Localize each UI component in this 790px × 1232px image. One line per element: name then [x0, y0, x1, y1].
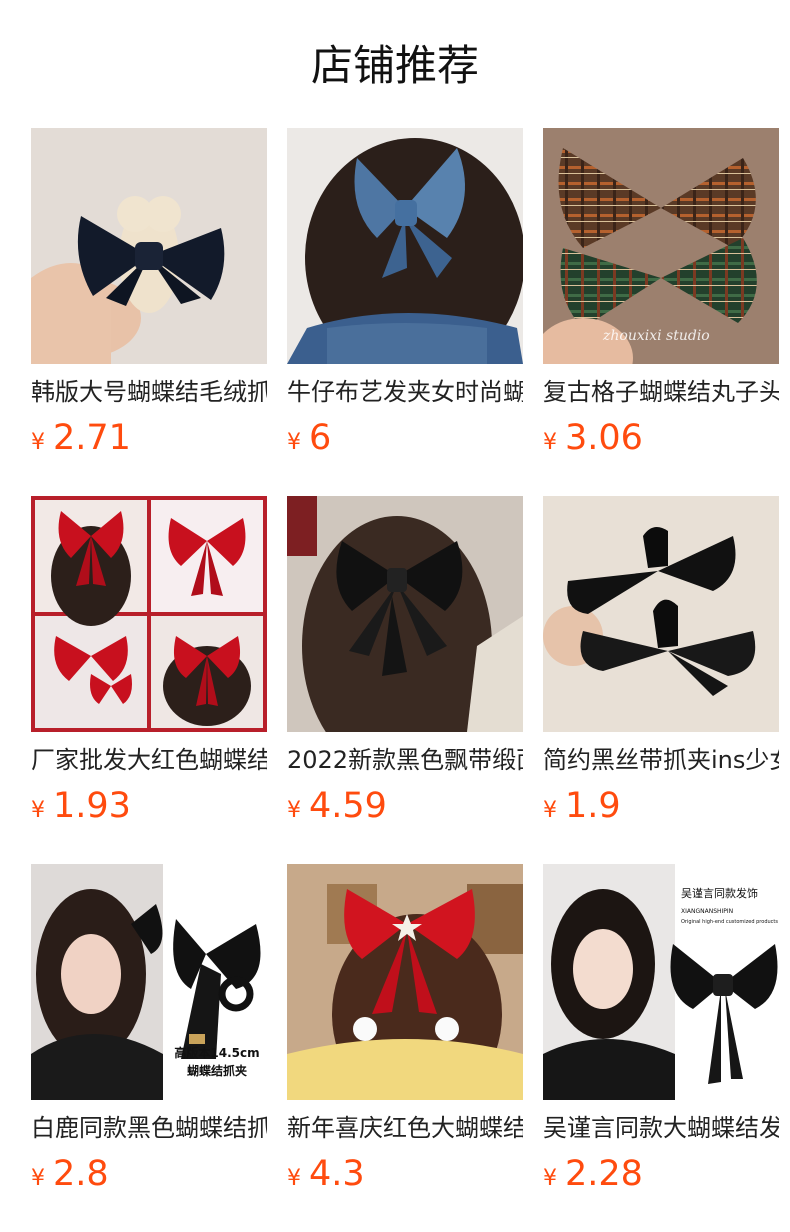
product-price: ¥1.9 [543, 784, 779, 834]
price-value: 2.71 [53, 418, 131, 458]
product-price: ¥1.93 [31, 784, 267, 834]
currency-symbol: ¥ [287, 1166, 301, 1191]
product-price: ¥2.8 [31, 1152, 267, 1202]
image-caption: 吴谨言同款发饰 XIANGNANSHIPIN Original high-end… [681, 886, 779, 926]
product-name[interactable]: 2022新款黑色飘带缎面发夹 [287, 744, 523, 776]
product-card[interactable]: 简约黑丝带抓夹ins少女 ¥1.9 [543, 496, 779, 836]
black-velvet-bow-image [31, 128, 267, 364]
product-image[interactable] [31, 128, 267, 364]
currency-symbol: ¥ [543, 798, 557, 823]
product-price: ¥4.3 [287, 1152, 523, 1202]
product-image[interactable] [31, 496, 267, 732]
product-card[interactable]: 2022新款黑色飘带缎面发夹 ¥4.59 [287, 496, 523, 836]
product-image[interactable] [287, 128, 523, 364]
currency-symbol: ¥ [31, 798, 45, 823]
price-value: 4.3 [309, 1154, 365, 1194]
currency-symbol: ¥ [287, 798, 301, 823]
price-value: 1.93 [53, 786, 131, 826]
product-card[interactable]: 高版本14.5cm 蝴蝶结抓夹 白鹿同款黑色蝴蝶结抓夹 ¥2.8 [31, 864, 267, 1204]
currency-symbol: ¥ [543, 1166, 557, 1191]
product-price: ¥3.06 [543, 416, 779, 466]
plaid-bows-image: zhouxixi studio [543, 128, 779, 364]
denim-bow-image [287, 128, 523, 364]
price-value: 2.8 [53, 1154, 109, 1194]
product-price: ¥2.28 [543, 1152, 779, 1202]
currency-symbol: ¥ [31, 1166, 45, 1191]
product-name[interactable]: 简约黑丝带抓夹ins少女 [543, 744, 779, 776]
product-name[interactable]: 牛仔布艺发夹女时尚蝴蝶结 [287, 376, 523, 408]
caption-line: 吴谨言同款发饰 [681, 887, 758, 900]
caption-line: Original high-end customized products [681, 919, 778, 925]
product-card[interactable]: 吴谨言同款发饰 XIANGNANSHIPIN Original high-end… [543, 864, 779, 1204]
caption-line: 高版本14.5cm [174, 1046, 260, 1060]
product-image[interactable]: zhouxixi studio [543, 128, 779, 364]
product-card[interactable]: 厂家批发大红色蝴蝶结发夹 ¥1.93 [31, 496, 267, 836]
product-image[interactable] [287, 496, 523, 732]
price-value: 6 [309, 418, 332, 458]
price-value: 3.06 [565, 418, 643, 458]
red-new-year-bow-image [287, 864, 523, 1100]
currency-symbol: ¥ [287, 430, 301, 455]
product-name[interactable]: 韩版大号蝴蝶结毛绒抓夹 [31, 376, 267, 408]
product-name[interactable]: 厂家批发大红色蝴蝶结发夹 [31, 744, 267, 776]
currency-symbol: ¥ [543, 430, 557, 455]
product-name[interactable]: 新年喜庆红色大蝴蝶结发夹 [287, 1112, 523, 1144]
price-value: 2.28 [565, 1154, 643, 1194]
product-card[interactable]: 韩版大号蝴蝶结毛绒抓夹 ¥2.71 [31, 128, 267, 468]
page-title: 店铺推荐 [310, 41, 479, 90]
price-value: 4.59 [309, 786, 387, 826]
caption-line: 蝴蝶结抓夹 [186, 1064, 247, 1078]
product-price: ¥6 [287, 416, 523, 466]
price-value: 1.9 [565, 786, 621, 826]
product-card[interactable]: 新年喜庆红色大蝴蝶结发夹 ¥4.3 [287, 864, 523, 1204]
product-image[interactable] [543, 496, 779, 732]
image-caption: 高版本14.5cm 蝴蝶结抓夹 [167, 1044, 267, 1080]
product-name[interactable]: 复古格子蝴蝶结丸子头发夹 [543, 376, 779, 408]
product-name[interactable]: 白鹿同款黑色蝴蝶结抓夹 [31, 1112, 267, 1144]
black-satin-bow-image [287, 496, 523, 732]
product-image[interactable]: 吴谨言同款发饰 XIANGNANSHIPIN Original high-end… [543, 864, 779, 1100]
product-image[interactable]: 高版本14.5cm 蝴蝶结抓夹 [31, 864, 267, 1100]
product-price: ¥4.59 [287, 784, 523, 834]
product-image[interactable] [287, 864, 523, 1100]
caption-line: XIANGNANSHIPIN [681, 908, 734, 915]
product-name[interactable]: 吴谨言同款大蝴蝶结发饰 [543, 1112, 779, 1144]
black-ribbon-clips-image [543, 496, 779, 732]
product-card[interactable]: zhouxixi studio 复古格子蝴蝶结丸子头发夹 ¥3.06 [543, 128, 779, 468]
product-card[interactable]: 牛仔布艺发夹女时尚蝴蝶结 ¥6 [287, 128, 523, 468]
red-bows-collage-image [31, 496, 267, 732]
currency-symbol: ¥ [31, 430, 45, 455]
product-price: ¥2.71 [31, 416, 267, 466]
svg-text:zhouxixi studio: zhouxixi studio [602, 328, 710, 344]
